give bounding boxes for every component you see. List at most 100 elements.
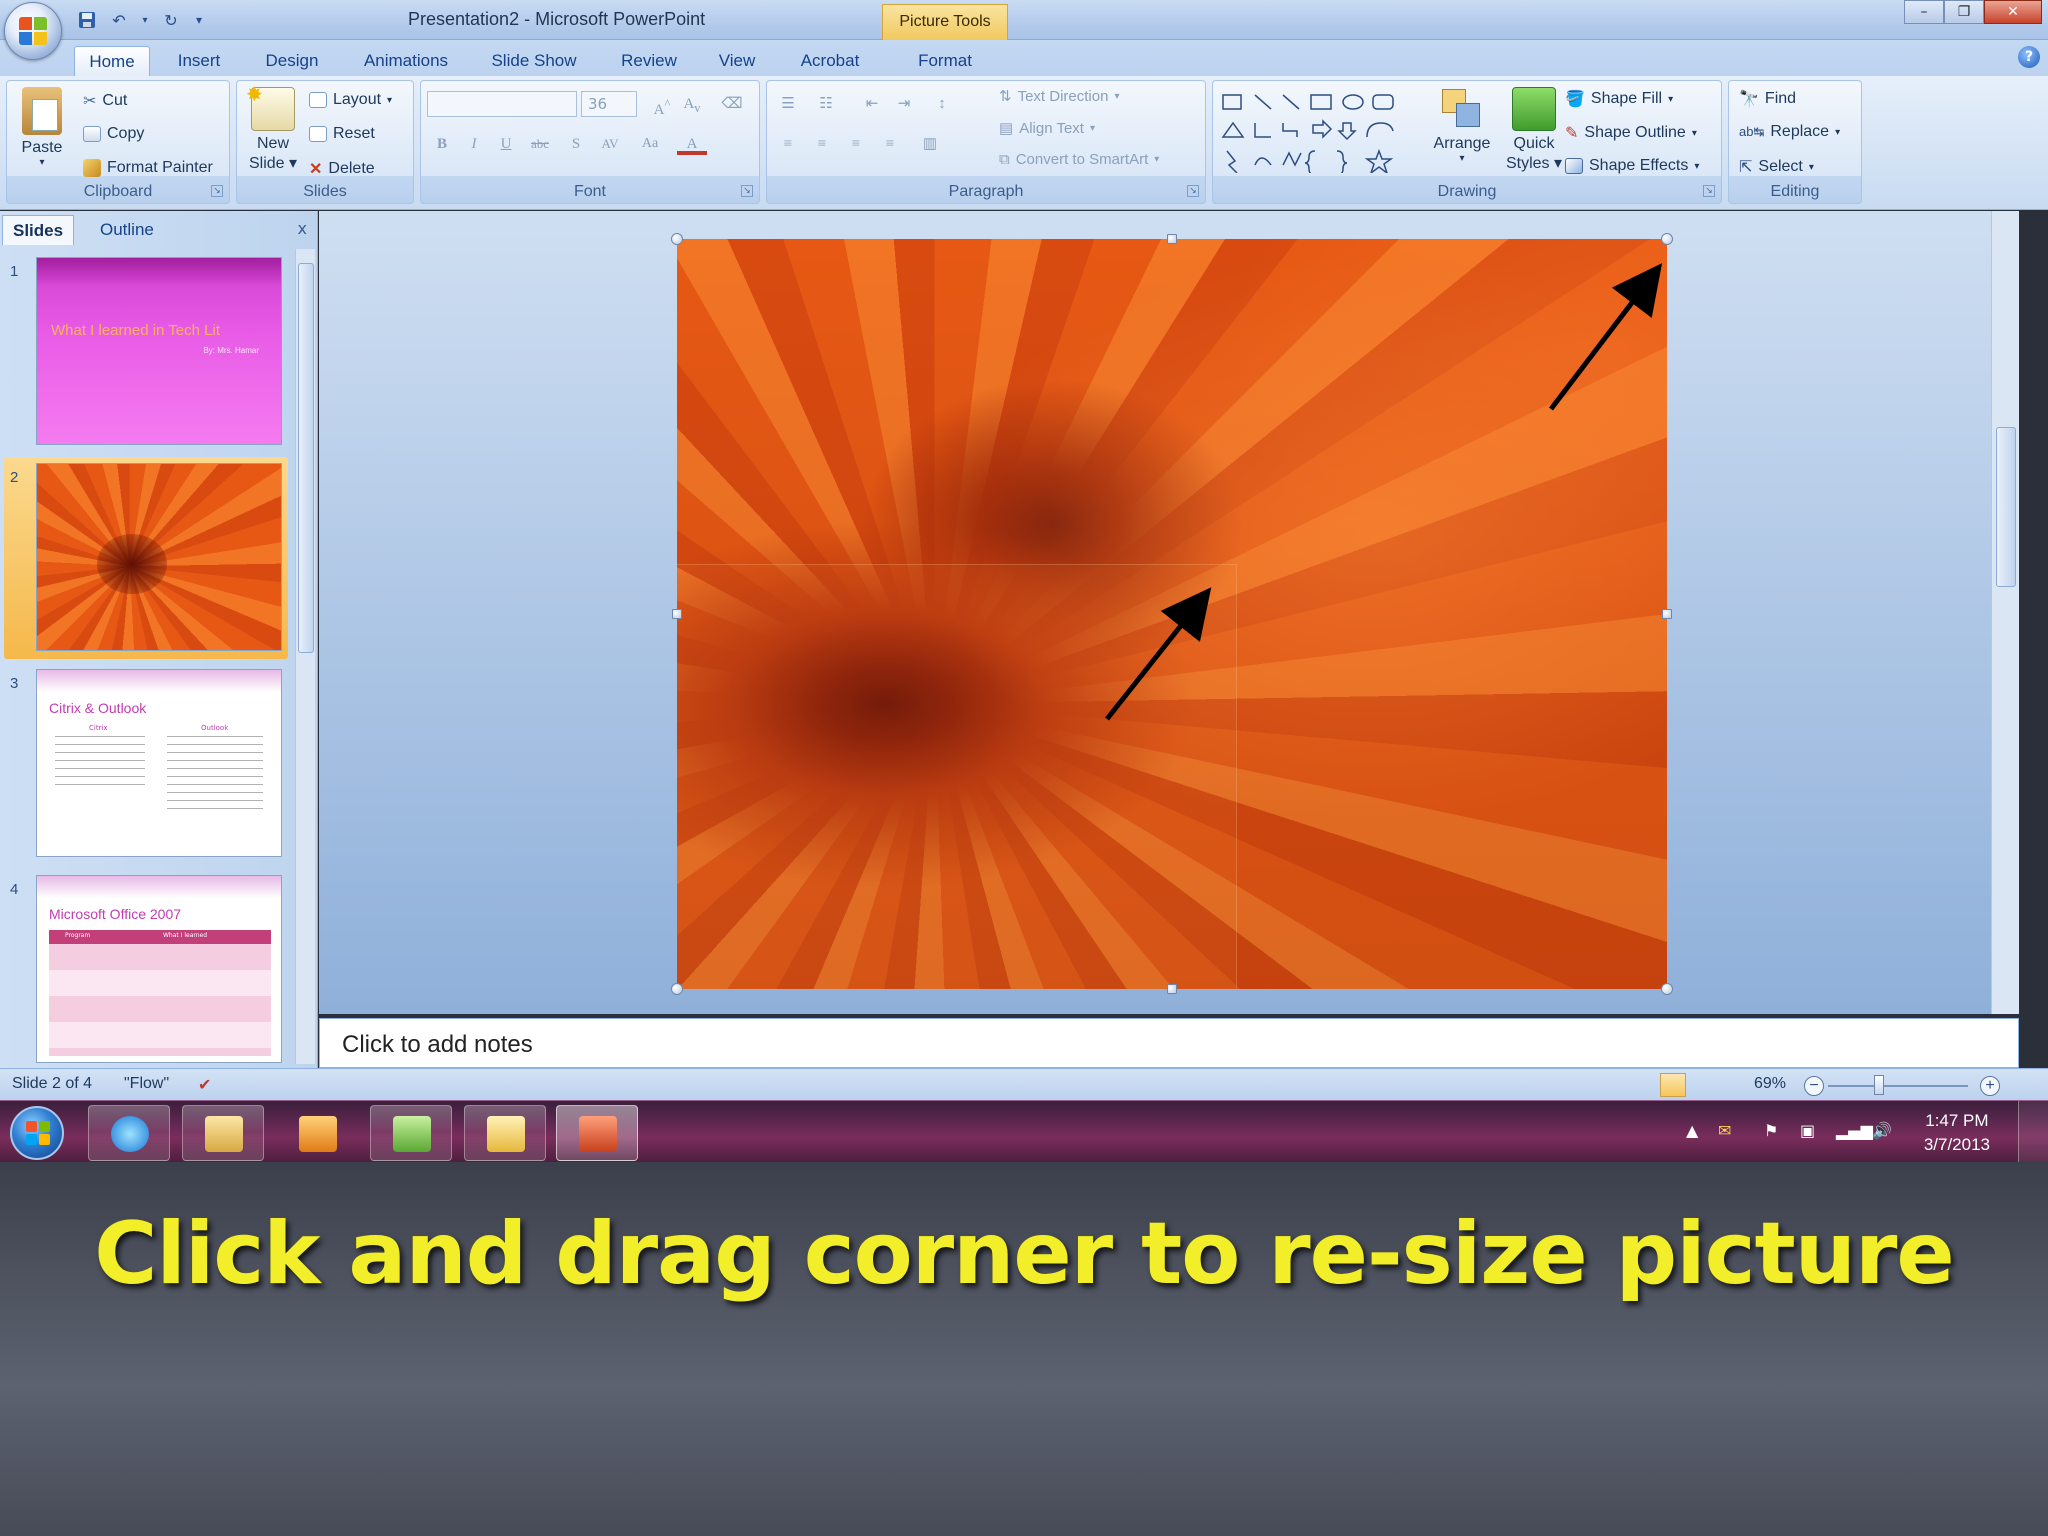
drawing-launcher-icon[interactable]: ↘ bbox=[1703, 185, 1715, 197]
save-icon[interactable] bbox=[74, 8, 100, 32]
justify-icon[interactable]: ≡ bbox=[875, 131, 905, 157]
shape-outline-button[interactable]: ✎ Shape Outline ▾ bbox=[1565, 123, 1697, 143]
arrange-button[interactable]: Arrange ▾ bbox=[1429, 87, 1495, 164]
bullets-icon[interactable]: ☰ bbox=[773, 91, 803, 117]
show-hidden-icons[interactable]: ▲ bbox=[1686, 1121, 1698, 1140]
layout-button[interactable]: Layout ▾ bbox=[309, 91, 392, 109]
resize-handle-bottom-left[interactable] bbox=[671, 983, 683, 995]
notes-pane[interactable]: Click to add notes bbox=[319, 1018, 2019, 1068]
slide-area-scrollbar[interactable] bbox=[1991, 211, 2019, 1014]
new-slide-button[interactable]: ✸ New Slide ▾ bbox=[243, 84, 303, 173]
cut-button[interactable]: ✂ Cut bbox=[83, 91, 127, 111]
tab-acrobat[interactable]: Acrobat bbox=[790, 46, 870, 76]
taskbar-internet-explorer[interactable] bbox=[88, 1105, 170, 1161]
tab-home[interactable]: Home bbox=[74, 46, 150, 76]
close-pane-icon[interactable]: x bbox=[298, 219, 307, 238]
find-button[interactable]: 🔭 Find bbox=[1739, 89, 1796, 109]
align-right-icon[interactable]: ≡ bbox=[841, 131, 871, 157]
resize-handle-right[interactable] bbox=[1662, 609, 1672, 619]
tab-animations[interactable]: Animations bbox=[356, 46, 456, 76]
text-direction-button[interactable]: ⇅ Text Direction ▾ bbox=[999, 87, 1119, 106]
network-signal-icon[interactable]: ▂▄▆ bbox=[1836, 1121, 1873, 1140]
bold-icon[interactable]: B bbox=[427, 131, 457, 157]
shape-effects-button[interactable]: Shape Effects ▾ bbox=[1565, 157, 1699, 175]
font-size-combo[interactable]: 36 bbox=[581, 91, 637, 117]
line-spacing-icon[interactable]: ↕ bbox=[927, 91, 957, 117]
slide-show-view-icon[interactable] bbox=[1716, 1073, 1742, 1097]
reset-button[interactable]: Reset bbox=[309, 125, 375, 143]
resize-handle-bottom-right[interactable] bbox=[1661, 983, 1673, 995]
fit-to-window-icon[interactable] bbox=[2014, 1073, 2040, 1097]
system-clock[interactable]: 1:47 PM 3/7/2013 bbox=[1924, 1109, 1990, 1157]
tab-view[interactable]: View bbox=[710, 46, 764, 76]
paragraph-launcher-icon[interactable]: ↘ bbox=[1187, 185, 1199, 197]
resize-handle-top-right[interactable] bbox=[1661, 233, 1673, 245]
flower-picture[interactable] bbox=[677, 239, 1667, 989]
show-desktop-button[interactable] bbox=[2018, 1101, 2048, 1163]
slides-pane-scroll-thumb[interactable] bbox=[298, 263, 314, 653]
zoom-slider[interactable] bbox=[1828, 1085, 1968, 1087]
slides-pane-scrollbar[interactable] bbox=[295, 249, 315, 1064]
font-name-combo[interactable] bbox=[427, 91, 577, 117]
tab-slide-show[interactable]: Slide Show bbox=[482, 46, 586, 76]
tab-design[interactable]: Design bbox=[256, 46, 328, 76]
close-button[interactable]: ✕ bbox=[1984, 0, 2042, 24]
align-center-icon[interactable]: ≡ bbox=[807, 131, 837, 157]
underline-icon[interactable]: U bbox=[491, 131, 521, 157]
align-left-icon[interactable]: ≡ bbox=[773, 131, 803, 157]
columns-icon[interactable]: ▥ bbox=[915, 131, 945, 157]
slide-thumbnail-2[interactable] bbox=[36, 463, 282, 651]
align-text-button[interactable]: ▤ Align Text ▾ bbox=[999, 119, 1095, 138]
zoom-in-icon[interactable]: + bbox=[1980, 1076, 2000, 1096]
taskbar-powerpoint[interactable] bbox=[556, 1105, 638, 1161]
font-launcher-icon[interactable]: ↘ bbox=[741, 185, 753, 197]
italic-icon[interactable]: I bbox=[459, 131, 489, 157]
taskbar-media-player[interactable] bbox=[276, 1105, 358, 1161]
text-shadow-icon[interactable]: S bbox=[561, 131, 591, 157]
grow-font-icon[interactable]: A^ bbox=[647, 91, 677, 118]
slide-thumbnail-3[interactable]: Citrix & Outlook Citrix Outlook bbox=[36, 669, 282, 857]
tab-slides-pane[interactable]: Slides bbox=[2, 215, 75, 245]
action-center-flag-icon[interactable]: ⚑ bbox=[1764, 1121, 1778, 1140]
clipboard-launcher-icon[interactable]: ↘ bbox=[211, 185, 223, 197]
shape-fill-button[interactable]: 🪣 Shape Fill ▾ bbox=[1565, 89, 1673, 109]
restore-button[interactable]: ❐ bbox=[1944, 0, 1984, 24]
strikethrough-icon[interactable]: abc bbox=[525, 131, 555, 157]
undo-dropdown-icon[interactable]: ▾ bbox=[138, 8, 152, 32]
resize-handle-left[interactable] bbox=[672, 609, 682, 619]
power-icon[interactable]: ▣ bbox=[1800, 1121, 1815, 1140]
shapes-gallery[interactable] bbox=[1219, 89, 1419, 176]
select-button[interactable]: ⇱ Select ▾ bbox=[1739, 157, 1814, 177]
slide-thumbnail-1[interactable]: What I learned in Tech Lit By: Mrs. Hama… bbox=[36, 257, 282, 445]
volume-icon[interactable]: 🔊 bbox=[1872, 1121, 1892, 1140]
numbering-icon[interactable]: ☷ bbox=[811, 91, 841, 117]
undo-icon[interactable]: ↶ bbox=[106, 8, 132, 32]
paste-button[interactable]: Paste ▾ bbox=[15, 87, 69, 168]
customize-qat-icon[interactable]: ▾ bbox=[190, 8, 208, 32]
tab-insert[interactable]: Insert bbox=[168, 46, 230, 76]
slide-area-scroll-thumb[interactable] bbox=[1996, 427, 2016, 587]
taskbar-program[interactable] bbox=[370, 1105, 452, 1161]
clear-formatting-icon[interactable]: ⌫ bbox=[717, 91, 747, 117]
redo-icon[interactable]: ↻ bbox=[158, 8, 184, 32]
tab-review[interactable]: Review bbox=[612, 46, 686, 76]
format-painter-button[interactable]: Format Painter bbox=[83, 159, 213, 177]
character-spacing-icon[interactable]: AV bbox=[595, 131, 625, 157]
mail-notification-icon[interactable]: ✉ bbox=[1718, 1121, 1731, 1140]
taskbar-file-explorer[interactable] bbox=[182, 1105, 264, 1161]
taskbar-outlook[interactable] bbox=[464, 1105, 546, 1161]
increase-indent-icon[interactable]: ⇥ bbox=[889, 91, 919, 117]
help-icon[interactable]: ? bbox=[2018, 46, 2040, 68]
office-button[interactable] bbox=[4, 2, 62, 60]
resize-handle-bottom[interactable] bbox=[1167, 984, 1177, 994]
spell-check-icon[interactable]: ✔ bbox=[198, 1075, 211, 1095]
tab-format[interactable]: Format bbox=[902, 46, 988, 76]
normal-view-icon[interactable] bbox=[1660, 1073, 1686, 1097]
convert-smartart-button[interactable]: ⧉ Convert to SmartArt ▾ bbox=[999, 151, 1159, 168]
replace-button[interactable]: ab↹ Replace ▾ bbox=[1739, 123, 1840, 141]
quick-styles-button[interactable]: Quick Styles ▾ bbox=[1501, 87, 1567, 173]
zoom-level[interactable]: 69% bbox=[1754, 1075, 1786, 1093]
font-color-icon[interactable]: A bbox=[677, 131, 707, 155]
decrease-indent-icon[interactable]: ⇤ bbox=[857, 91, 887, 117]
slide-sorter-view-icon[interactable] bbox=[1688, 1073, 1714, 1097]
